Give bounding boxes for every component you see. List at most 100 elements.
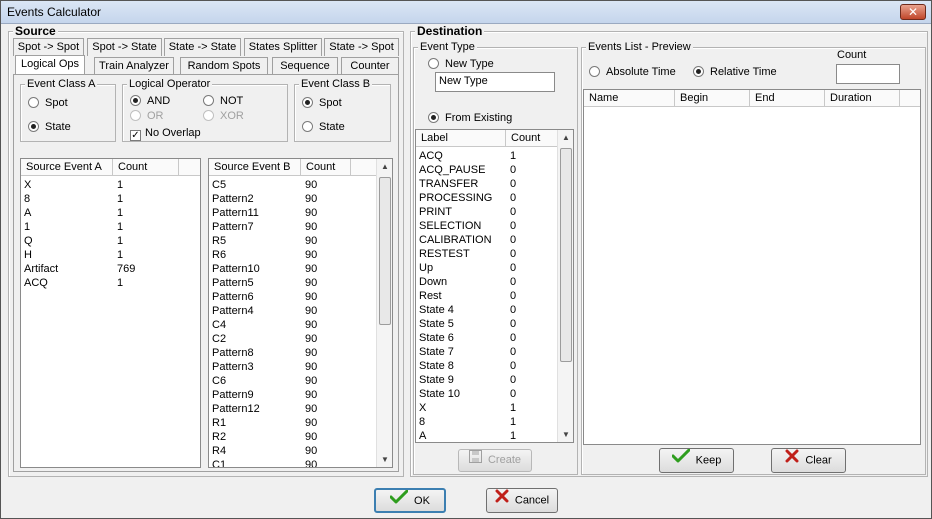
source-event-a-row[interactable]: 81 — [21, 192, 200, 206]
scroll-down-icon[interactable]: ▼ — [377, 452, 392, 467]
new-type-input[interactable]: New Type — [435, 72, 555, 92]
tab-spot-spot[interactable]: Spot -> Spot — [13, 38, 84, 56]
event-type-row[interactable]: State 7 0 — [416, 345, 573, 359]
clear-button[interactable]: Clear — [771, 448, 846, 473]
from-existing-radio[interactable]: From Existing — [428, 112, 512, 125]
event-type-row[interactable]: Down 0 — [416, 275, 573, 289]
event-type-row[interactable]: State 5 0 — [416, 317, 573, 331]
source-event-b-row[interactable]: R1 90 — [209, 416, 392, 430]
event-type-row[interactable]: State 4 0 — [416, 303, 573, 317]
event-type-row[interactable]: Up 0 — [416, 261, 573, 275]
scroll-up-icon[interactable]: ▲ — [377, 159, 392, 174]
event-type-row[interactable]: TRANSFER 0 — [416, 177, 573, 191]
source-event-b-row[interactable]: Pattern2 90 — [209, 192, 392, 206]
source-event-b-row[interactable]: Pattern10 90 — [209, 262, 392, 276]
event-type-row[interactable]: X1 — [416, 401, 573, 415]
event-type-row[interactable]: PROCESSING 0 — [416, 191, 573, 205]
absolute-time-radio[interactable]: Absolute Time — [589, 66, 676, 79]
source-event-b-row[interactable]: Pattern8 90 — [209, 346, 392, 360]
source-event-a-list[interactable]: Source Event A Count X 1 8 1 A 1 1 1 Q 1 H 1 Artifac… — [20, 158, 201, 468]
event-type-row[interactable]: 81 — [416, 415, 573, 429]
tab-sequence[interactable]: Sequence — [272, 57, 338, 75]
event-type-row[interactable]: State 9 0 — [416, 373, 573, 387]
keep-button[interactable]: Keep — [659, 448, 734, 473]
tab-state-spot[interactable]: State -> Spot — [324, 38, 399, 56]
scroll-thumb[interactable] — [379, 177, 391, 325]
source-event-a-row[interactable]: A1 — [21, 206, 200, 220]
tab-counter[interactable]: Counter — [341, 57, 399, 75]
relative-time-radio[interactable]: Relative Time — [693, 66, 777, 79]
source-event-b-row[interactable]: R6 90 — [209, 248, 392, 262]
tab-random-spots[interactable]: Random Spots — [180, 57, 268, 75]
source-event-b-row[interactable]: Pattern11 90 — [209, 206, 392, 220]
event-type-row[interactable]: ACQ_PAUSE 0 — [416, 163, 573, 177]
tab-train-analyzer[interactable]: Train Analyzer — [94, 57, 174, 75]
count-field[interactable] — [836, 64, 900, 84]
source-event-b-row[interactable]: C6 90 — [209, 374, 392, 388]
event-type-list[interactable]: Label Count ACQ 1 ACQ_PAUSE 0 TRANSFER 0 PROCE… — [415, 129, 574, 443]
event-type-row[interactable]: State 10 0 — [416, 387, 573, 401]
col-source-event-a[interactable]: Source Event A — [21, 159, 113, 176]
source-event-b-row[interactable]: Pattern5 90 — [209, 276, 392, 290]
source-event-a-row[interactable]: Q1 — [21, 234, 200, 248]
event-type-row[interactable]: RESTEST 0 — [416, 247, 573, 261]
event-type-row[interactable]: ACQ 1 — [416, 149, 573, 163]
col-duration[interactable]: Duration — [825, 90, 900, 107]
source-event-b-row[interactable]: C5 90 — [209, 178, 392, 192]
cancel-button[interactable]: Cancel — [486, 488, 558, 513]
class-a-state-radio[interactable]: State — [28, 121, 71, 134]
source-event-b-list[interactable]: Source Event B Count C5 90 Pattern2 90 Patte… — [208, 158, 393, 468]
event-type-row[interactable]: PRINT 0 — [416, 205, 573, 219]
event-type-scrollbar[interactable]: ▲ ▼ — [557, 130, 573, 442]
not-radio[interactable]: NOT — [203, 95, 243, 108]
source-event-a-row[interactable]: H1 — [21, 248, 200, 262]
class-a-spot-radio[interactable]: Spot — [28, 97, 68, 110]
source-event-b-scrollbar[interactable]: ▲ ▼ — [376, 159, 392, 467]
source-event-b-row[interactable]: R5 90 — [209, 234, 392, 248]
ok-button[interactable]: OK — [374, 488, 446, 513]
create-button[interactable]: Create — [458, 449, 532, 472]
source-event-b-row[interactable]: C2 90 — [209, 332, 392, 346]
source-event-b-row[interactable]: R4 90 — [209, 444, 392, 458]
tab-states-splitter[interactable]: States Splitter — [244, 38, 322, 56]
event-type-row[interactable]: Rest 0 — [416, 289, 573, 303]
col-source-event-b[interactable]: Source Event B — [209, 159, 301, 176]
events-preview-list[interactable]: Name Begin End Duration — [583, 89, 921, 445]
class-b-spot-radio[interactable]: Spot — [302, 97, 342, 110]
source-event-a-row[interactable]: ACQ 1 — [21, 276, 200, 290]
class-b-state-radio[interactable]: State — [302, 121, 345, 134]
event-type-row[interactable]: CALIBRATION 0 — [416, 233, 573, 247]
source-event-a-row[interactable]: 11 — [21, 220, 200, 234]
xor-radio[interactable]: XOR — [203, 110, 244, 123]
scroll-thumb[interactable] — [560, 148, 572, 362]
event-type-row[interactable]: State 8 0 — [416, 359, 573, 373]
close-button[interactable]: ✕ — [900, 4, 926, 20]
col-count-b[interactable]: Count — [301, 159, 351, 176]
new-type-radio[interactable]: New Type — [428, 58, 494, 71]
source-event-b-row[interactable]: Pattern7 90 — [209, 220, 392, 234]
source-event-a-row[interactable]: Artifact 769 — [21, 262, 200, 276]
and-radio[interactable]: AND — [130, 95, 170, 108]
title-bar[interactable]: Events Calculator ✕ — [1, 1, 931, 24]
col-count-a[interactable]: Count — [113, 159, 179, 176]
col-end[interactable]: End — [750, 90, 825, 107]
source-event-b-row[interactable]: Pattern6 90 — [209, 290, 392, 304]
tab-logical-ops[interactable]: Logical Ops — [15, 55, 85, 75]
event-type-row[interactable]: State 6 0 — [416, 331, 573, 345]
source-event-b-row[interactable]: C4 90 — [209, 318, 392, 332]
source-event-b-row[interactable]: R2 90 — [209, 430, 392, 444]
col-name[interactable]: Name — [584, 90, 675, 107]
event-type-row[interactable]: A1 — [416, 429, 573, 442]
source-event-b-row[interactable]: Pattern4 90 — [209, 304, 392, 318]
col-count-type[interactable]: Count — [506, 130, 558, 147]
source-event-b-row[interactable]: Pattern9 90 — [209, 388, 392, 402]
no-overlap-checkbox[interactable]: ✓ No Overlap — [130, 127, 201, 141]
source-event-b-row[interactable]: C1 90 — [209, 458, 392, 467]
col-begin[interactable]: Begin — [675, 90, 750, 107]
col-label[interactable]: Label — [416, 130, 506, 147]
source-event-b-row[interactable]: Pattern12 90 — [209, 402, 392, 416]
scroll-down-icon[interactable]: ▼ — [558, 427, 573, 442]
tab-state-state[interactable]: State -> State — [164, 38, 241, 56]
source-event-b-row[interactable]: Pattern3 90 — [209, 360, 392, 374]
scroll-up-icon[interactable]: ▲ — [558, 130, 573, 145]
